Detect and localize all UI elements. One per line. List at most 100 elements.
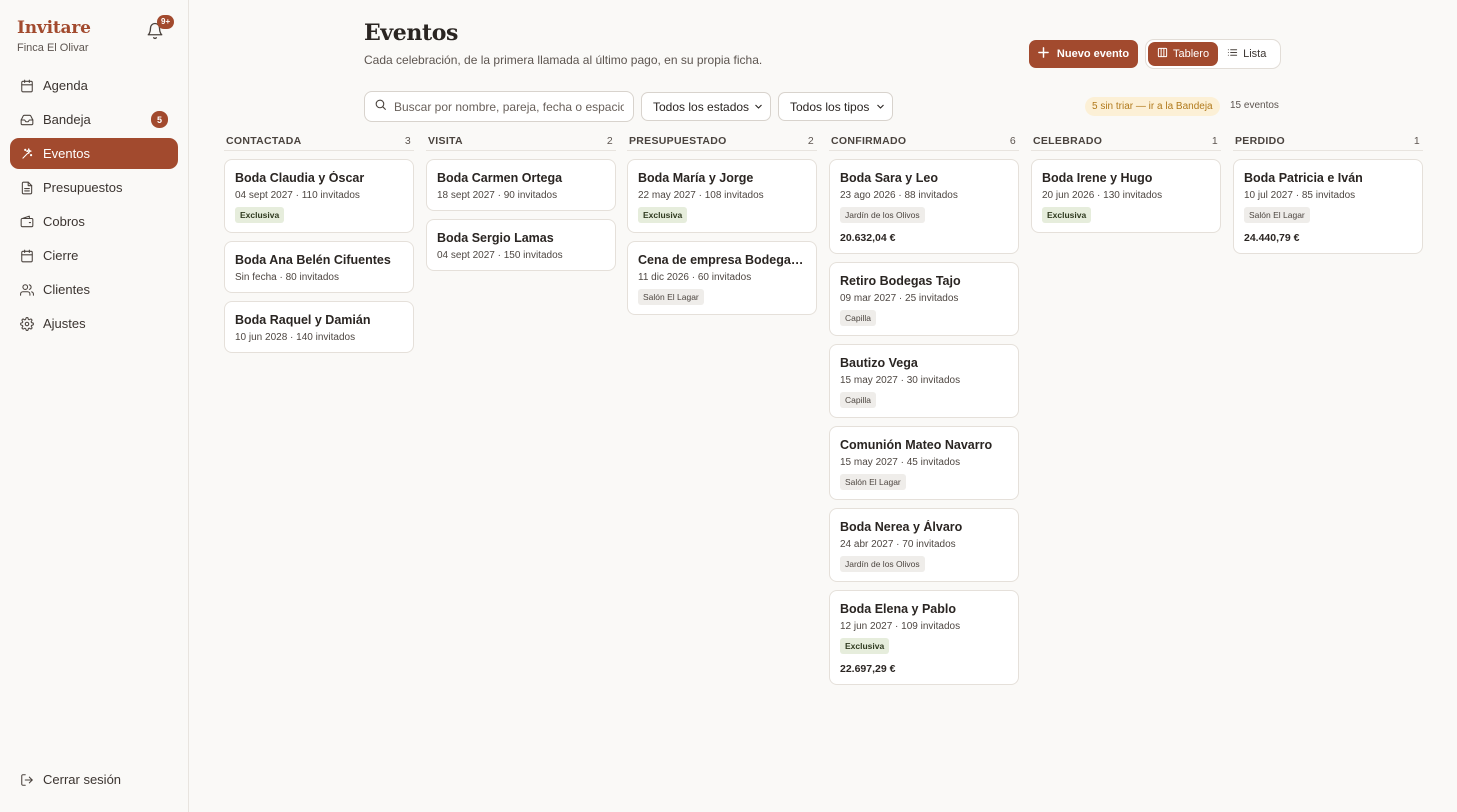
column-header: PERDIDO 1 — [1233, 131, 1423, 151]
sidebar-item-agenda[interactable]: Agenda — [10, 70, 178, 101]
event-card-tag: Exclusiva — [638, 207, 688, 223]
status-select[interactable]: Todos los estados — [641, 92, 771, 121]
logout-area: Cerrar sesión — [10, 764, 178, 798]
event-card-title: Bautizo Vega — [840, 356, 918, 370]
column-title: PERDIDO — [1235, 134, 1285, 147]
column-confirmado: CONFIRMADO 6 Boda Sara y Leo 23 ago 2026 · … — [829, 131, 1019, 693]
event-card[interactable]: Cena de empresa Bodegas Tajo 11 dic 2026 … — [627, 241, 817, 315]
type-select[interactable]: Todos los tipos — [778, 92, 893, 121]
page-title: Eventos — [364, 20, 458, 46]
sidebar-item-label: Eventos — [43, 146, 90, 161]
gear-icon — [20, 316, 34, 331]
untriaged-notice[interactable]: 5 sin triar — ir a la Bandeja — [1085, 97, 1220, 116]
event-card[interactable]: Boda Carmen Ortega 18 sept 2027 · 90 invi… — [426, 159, 616, 211]
sparkle-icon — [20, 147, 34, 161]
event-card-title: Boda Elena y Pablo — [840, 602, 957, 616]
event-card-amount: 20.632,04 € — [840, 232, 896, 244]
event-card-tag: Exclusiva — [1042, 207, 1092, 223]
sidebar-item-clientes[interactable]: Clientes — [10, 274, 178, 305]
status-select-value: Todos los estados — [653, 99, 750, 114]
event-card-tag: Jardín de los Olivos — [840, 556, 925, 572]
event-card[interactable]: Boda Elena y Pablo 12 jun 2027 · 109 invi… — [829, 590, 1019, 685]
event-card-meta: 20 jun 2026 · 130 invitados — [1042, 190, 1163, 201]
list-icon — [1227, 47, 1238, 61]
event-card-amount: 24.440,79 € — [1244, 232, 1300, 244]
column-header: PRESUPUESTADO 2 — [627, 131, 817, 151]
chevron-down-icon — [876, 100, 885, 114]
event-card[interactable]: Boda Raquel y Damián 10 jun 2028 · 140 in… — [224, 301, 414, 353]
event-card-title: Boda María y Jorge — [638, 171, 754, 185]
app-name[interactable]: Invitare — [17, 18, 91, 38]
column-title: CONTACTADA — [226, 134, 302, 147]
event-card-meta: 23 ago 2026 · 88 invitados — [840, 190, 958, 201]
event-card[interactable]: Boda Sara y Leo 23 ago 2026 · 88 invitado… — [829, 159, 1019, 254]
sidebar-item-label: Cierre — [43, 248, 79, 263]
column-count: 1 — [1211, 134, 1218, 147]
event-card-title: Boda Nerea y Álvaro — [840, 520, 963, 534]
chevron-down-icon — [754, 100, 763, 114]
event-card-tag: Exclusiva — [840, 638, 890, 654]
wallet-icon — [20, 215, 34, 229]
column-title: PRESUPUESTADO — [629, 134, 727, 147]
event-card[interactable]: Bautizo Vega 15 may 2027 · 30 invitados Ca… — [829, 344, 1019, 418]
logout-label: Cerrar sesión — [43, 772, 122, 787]
event-card-title: Comunión Mateo Navarro — [840, 438, 993, 452]
event-card[interactable]: Boda Ana Belén Cifuentes Sin fecha · 80 i… — [224, 241, 414, 293]
event-card-title: Boda Carmen Ortega — [437, 171, 563, 185]
sidebar-item-label: Bandeja — [43, 112, 91, 127]
event-card[interactable]: Boda María y Jorge 22 may 2027 · 108 invi… — [627, 159, 817, 233]
event-card-meta: Sin fecha · 80 invitados — [235, 272, 339, 283]
calendar-check-icon — [20, 249, 34, 263]
sidebar-item-bandeja[interactable]: Bandeja 5 — [10, 104, 178, 135]
column-header: VISITA 2 — [426, 131, 616, 151]
document-icon — [20, 181, 34, 195]
sidebar: Invitare Finca El Olivar 9+ Agenda Bandej… — [0, 0, 189, 812]
sidebar-item-presupuestos[interactable]: Presupuestos — [10, 172, 178, 203]
inbox-icon — [20, 113, 34, 127]
view-list-button[interactable]: Lista — [1218, 42, 1275, 66]
event-card-tag: Exclusiva — [235, 207, 285, 223]
column-title: CELEBRADO — [1033, 134, 1103, 147]
column-count: 2 — [606, 134, 613, 147]
logout-button[interactable]: Cerrar sesión — [10, 764, 178, 795]
sidebar-item-label: Clientes — [43, 282, 90, 297]
event-card[interactable]: Boda Patricia e Iván 10 jul 2027 · 85 inv… — [1233, 159, 1423, 254]
event-card[interactable]: Comunión Mateo Navarro 15 may 2027 · 45 i… — [829, 426, 1019, 500]
sidebar-item-cobros[interactable]: Cobros — [10, 206, 178, 237]
venue-name: Finca El Olivar — [17, 42, 89, 54]
event-card-meta: 04 sept 2027 · 150 invitados — [437, 250, 563, 261]
event-card-title: Boda Claudia y Óscar — [235, 171, 365, 185]
search-box — [364, 91, 634, 122]
sidebar-item-cierre[interactable]: Cierre — [10, 240, 178, 271]
column-title: CONFIRMADO — [831, 134, 907, 147]
event-card-tag: Jardín de los Olivos — [840, 207, 925, 223]
event-card[interactable]: Boda Irene y Hugo 20 jun 2026 · 130 invit… — [1031, 159, 1221, 233]
event-card[interactable]: Boda Nerea y Álvaro 24 abr 2027 · 70 invi… — [829, 508, 1019, 582]
event-card[interactable]: Boda Sergio Lamas 04 sept 2027 · 150 invi… — [426, 219, 616, 271]
column-celebrado: CELEBRADO 1 Boda Irene y Hugo 20 jun 2026 ·… — [1031, 131, 1221, 241]
events-count: 15 eventos — [1230, 100, 1279, 111]
event-card[interactable]: Retiro Bodegas Tajo 09 mar 2027 · 25 invi… — [829, 262, 1019, 336]
sidebar-item-label: Ajustes — [43, 316, 86, 331]
view-board-button[interactable]: Tablero — [1148, 42, 1219, 66]
type-select-value: Todos los tipos — [790, 99, 870, 114]
sidebar-item-label: Agenda — [43, 78, 88, 93]
sidebar-item-label: Cobros — [43, 214, 85, 229]
new-event-button[interactable]: Nuevo evento — [1029, 40, 1138, 68]
event-card-title: Boda Ana Belén Cifuentes — [235, 253, 391, 267]
event-card-meta: 15 may 2027 · 30 invitados — [840, 375, 961, 386]
column-visita: VISITA 2 Boda Carmen Ortega 18 sept 2027 · … — [426, 131, 616, 279]
column-header: CONFIRMADO 6 — [829, 131, 1019, 151]
sidebar-item-ajustes[interactable]: Ajustes — [10, 308, 178, 339]
event-card[interactable]: Boda Claudia y Óscar 04 sept 2027 · 110 i… — [224, 159, 414, 233]
event-card-meta: 09 mar 2027 · 25 invitados — [840, 293, 959, 304]
event-card-amount: 22.697,29 € — [840, 663, 896, 675]
column-title: VISITA — [428, 134, 463, 147]
event-card-tag: Salón El Lagar — [1244, 207, 1310, 223]
column-header: CONTACTADA 3 — [224, 131, 414, 151]
search-input[interactable] — [394, 99, 624, 114]
column-header: CELEBRADO 1 — [1031, 131, 1221, 151]
event-card-title: Boda Sara y Leo — [840, 171, 938, 185]
event-card-tag: Capilla — [840, 310, 876, 326]
sidebar-item-eventos[interactable]: Eventos — [10, 138, 178, 169]
